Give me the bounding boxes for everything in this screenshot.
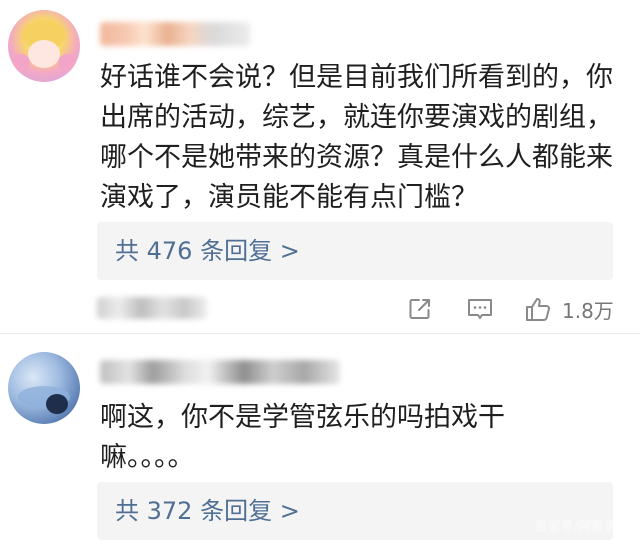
username-blurred[interactable] [100, 360, 340, 384]
view-replies-button[interactable]: 共 476 条回复 > [97, 222, 613, 280]
timestamp-blurred [97, 297, 207, 319]
replies-label: 共 372 条回复 > [115, 497, 300, 525]
share-icon [409, 299, 430, 319]
watermark: 百家号/阿蒙说娱 [534, 520, 630, 535]
comment-text-line: 演戏了，演员能不能有点门槛？ [100, 182, 478, 213]
avatar-hand-shape [58, 54, 76, 72]
avatar-shape [46, 394, 68, 414]
comment-item: 啊这，你不是学管弦乐的吗拍戏干 嘛。。。。 共 372 条回复 > [0, 338, 640, 545]
thumbs-up-icon [526, 298, 550, 321]
comment-text-line: 嘛。。。。 [100, 442, 195, 473]
avatar[interactable] [8, 352, 80, 424]
replies-label: 共 476 条回复 > [115, 237, 300, 265]
comment-text-line: 啊这，你不是学管弦乐的吗拍戏干 [100, 402, 505, 433]
avatar[interactable] [8, 10, 80, 82]
comment-text-line: 哪个不是她带来的资源？真是什么人都能来 [100, 142, 613, 173]
username-blurred[interactable] [100, 22, 250, 46]
comment-icon [468, 299, 492, 319]
like-count: 1.8万 [562, 298, 614, 323]
comment-text: 好话谁不会说？但是目前我们所看到的，你 出席的活动，综艺，就连你要演戏的剧组， … [100, 58, 613, 218]
comment-text: 啊这，你不是学管弦乐的吗拍戏干 嘛。。。。 [100, 398, 505, 478]
comment-text-line: 好话谁不会说？但是目前我们所看到的，你 [100, 62, 613, 93]
share-button[interactable] [407, 294, 433, 324]
comment-button[interactable] [466, 294, 494, 324]
avatar-face-shape [28, 40, 60, 68]
comment-divider [0, 333, 640, 334]
avatar-hand-shape [12, 54, 30, 72]
comment-item: 好话谁不会说？但是目前我们所看到的，你 出席的活动，综艺，就连你要演戏的剧组， … [0, 0, 640, 330]
comment-text-line: 出席的活动，综艺，就连你要演戏的剧组， [100, 102, 613, 133]
like-button[interactable]: 1.8万 [524, 294, 614, 324]
